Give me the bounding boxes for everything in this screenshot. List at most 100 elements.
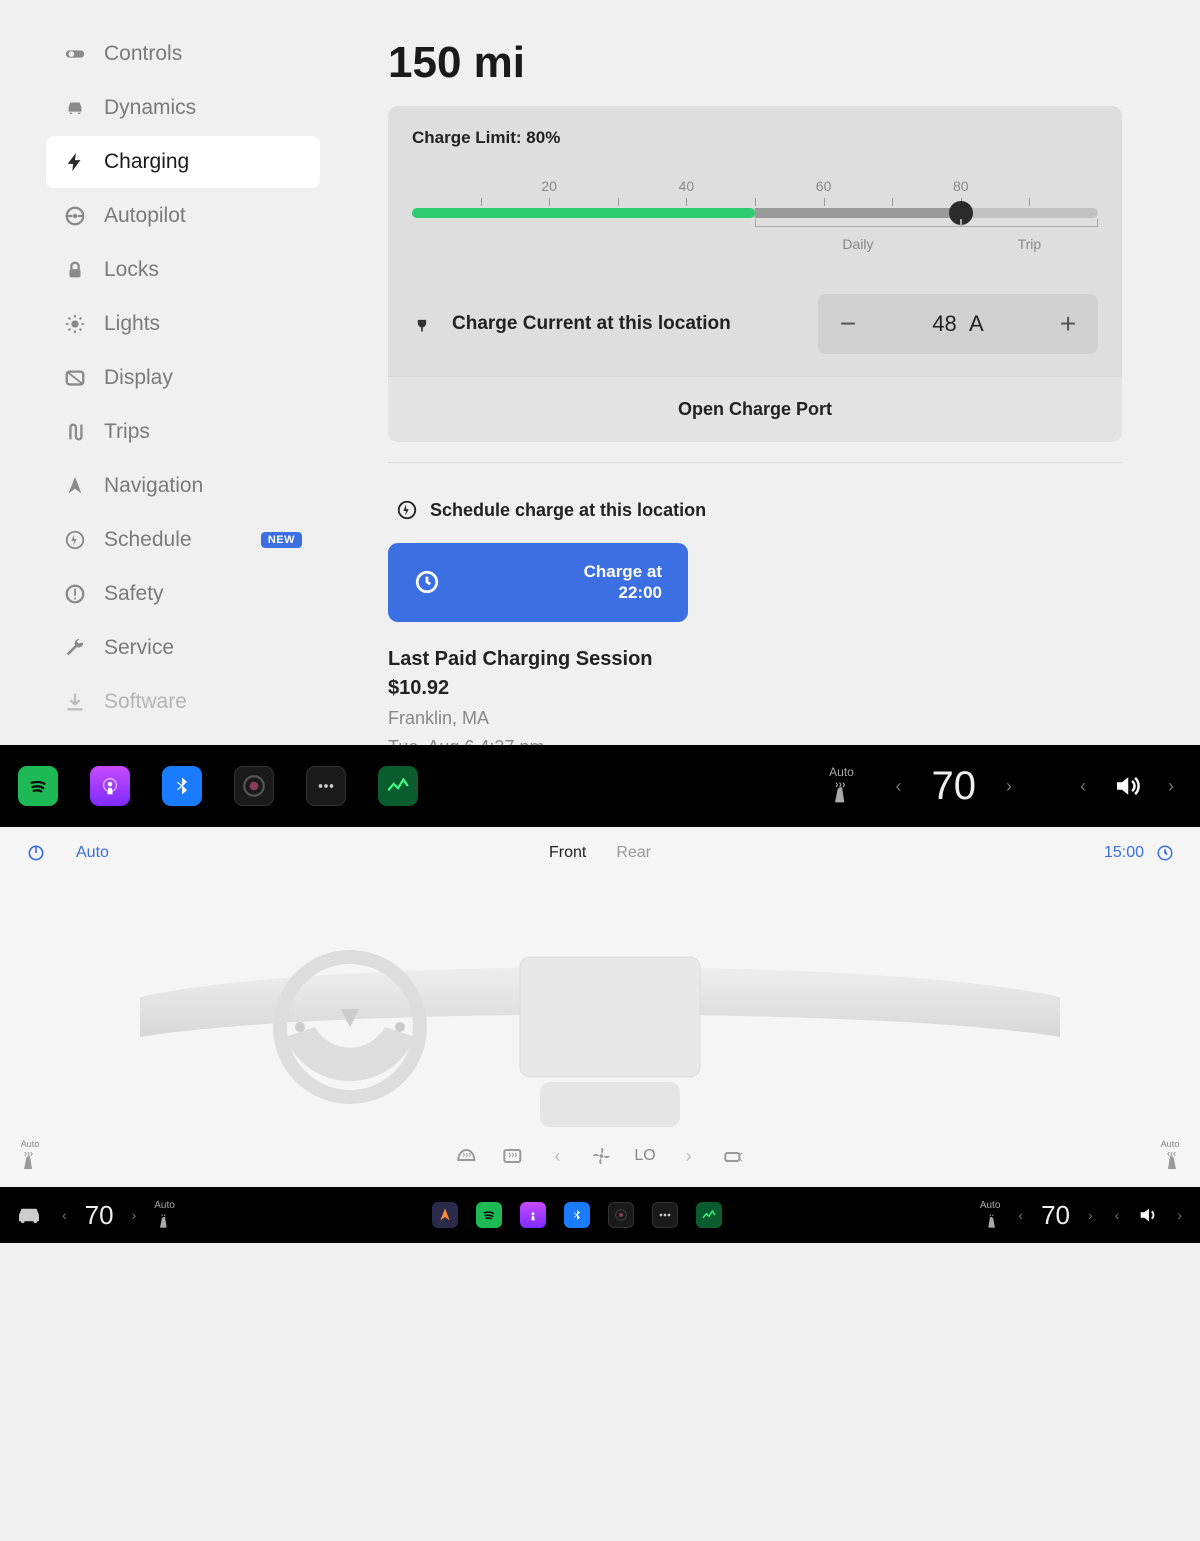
sidebar-item-locks[interactable]: Locks [46, 244, 320, 296]
sidebar-item-schedule[interactable]: Schedule NEW [46, 514, 320, 566]
sidebar-item-safety[interactable]: Safety [46, 568, 320, 620]
fan-icon[interactable] [590, 1145, 612, 1167]
sidebar-item-label: Navigation [104, 474, 302, 498]
bluetooth-app-icon[interactable] [564, 1202, 590, 1228]
bluetooth-app-icon[interactable] [162, 766, 202, 806]
download-icon [64, 691, 86, 713]
steering-icon [64, 205, 86, 227]
car-icon [64, 97, 86, 119]
energy-app-icon[interactable] [696, 1202, 722, 1228]
open-charge-port-button[interactable]: Open Charge Port [388, 376, 1122, 442]
sidebar-item-service[interactable]: Service [46, 622, 320, 674]
podcasts-app-icon[interactable] [90, 766, 130, 806]
settings-panel: Controls Dynamics Charging Autopilot Loc… [0, 0, 1200, 745]
seat-auto-label: Auto [21, 1139, 40, 1149]
decrease-current-button[interactable]: − [818, 294, 878, 354]
current-value: 48 A [878, 311, 1038, 337]
temp-right-down[interactable]: ‹ [1014, 1203, 1027, 1227]
spotify-app-icon[interactable] [476, 1202, 502, 1228]
sidebar-item-autopilot[interactable]: Autopilot [46, 190, 320, 242]
fan-up-button[interactable]: › [678, 1138, 700, 1175]
sidebar-item-navigation[interactable]: Navigation [46, 460, 320, 512]
tick-label: 60 [816, 178, 832, 194]
temp-right[interactable]: 70 [1041, 1200, 1070, 1231]
charge-current-row: Charge Current at this location − 48 A + [412, 294, 1098, 354]
nav-icon [64, 475, 86, 497]
more-apps-icon[interactable] [652, 1202, 678, 1228]
energy-app-icon[interactable] [378, 766, 418, 806]
seat-heater-left-mini[interactable]: Auto [154, 1200, 175, 1231]
wrench-icon [64, 637, 86, 659]
cabin-temp[interactable]: 70 [932, 764, 977, 809]
dashcam-app-icon[interactable] [234, 766, 274, 806]
charge-limit-slider[interactable]: 20 40 60 80 Daily [412, 178, 1098, 256]
display-icon [64, 367, 86, 389]
temp-left-up[interactable]: › [128, 1203, 141, 1227]
sidebar-item-software[interactable]: Software [46, 676, 320, 728]
bolt-icon [64, 151, 86, 173]
defrost-front-icon[interactable] [454, 1144, 478, 1168]
sidebar-item-dynamics[interactable]: Dynamics [46, 82, 320, 134]
seat-heater-left-front[interactable]: Auto [18, 1139, 42, 1173]
seat-heater-right-front[interactable]: Auto [1158, 1139, 1182, 1173]
sidebar-item-display[interactable]: Display [46, 352, 320, 404]
sidebar-item-label: Service [104, 636, 302, 660]
last-session-amount: $10.92 [388, 677, 1122, 700]
volume-up-button[interactable]: › [1160, 768, 1182, 805]
defrost-rear-icon[interactable] [500, 1144, 524, 1168]
spotify-app-icon[interactable] [18, 766, 58, 806]
temp-control: ‹ 70 › [888, 764, 1021, 809]
car-icon[interactable] [14, 1200, 44, 1230]
nav-app-icon[interactable] [432, 1202, 458, 1228]
more-apps-icon[interactable] [306, 766, 346, 806]
temp-left-down[interactable]: ‹ [58, 1203, 71, 1227]
tab-rear[interactable]: Rear [616, 844, 651, 862]
sidebar-item-controls[interactable]: Controls [46, 28, 320, 80]
tab-front[interactable]: Front [549, 844, 586, 862]
fan-mode: LO [634, 1147, 655, 1165]
speaker-icon[interactable] [1112, 771, 1142, 801]
climate-schedule-time[interactable]: 15:00 [1104, 844, 1144, 862]
podcasts-app-icon[interactable] [520, 1202, 546, 1228]
sidebar-item-label: Charging [104, 150, 302, 174]
airflow-icon[interactable] [722, 1144, 746, 1168]
power-icon[interactable] [26, 843, 46, 863]
schedule-charge-row[interactable]: Schedule charge at this location [388, 493, 1122, 527]
tick-label: 20 [541, 178, 557, 194]
temp-right-up[interactable]: › [1084, 1203, 1097, 1227]
lock-icon [64, 259, 86, 281]
settings-sidebar: Controls Dynamics Charging Autopilot Loc… [18, 18, 348, 727]
new-badge: NEW [261, 532, 302, 548]
temp-left[interactable]: 70 [85, 1200, 114, 1231]
climate-auto-button[interactable]: Auto [76, 844, 109, 862]
schedule-bolt-icon [396, 499, 418, 521]
charge-at-button[interactable]: Charge at 22:00 [388, 543, 688, 622]
fan-down-button[interactable]: ‹ [546, 1138, 568, 1175]
seat-heater-left[interactable]: Auto [828, 765, 856, 807]
sidebar-item-label: Trips [104, 420, 302, 444]
seat-heater-right-mini[interactable]: Auto [980, 1200, 1001, 1231]
sidebar-item-charging[interactable]: Charging [46, 136, 320, 188]
increase-current-button[interactable]: + [1038, 294, 1098, 354]
sidebar-item-label: Autopilot [104, 204, 302, 228]
last-session-title: Last Paid Charging Session [388, 648, 1122, 671]
volume-up-button[interactable]: › [1173, 1203, 1186, 1227]
sidebar-item-label: Locks [104, 258, 302, 282]
trip-label: Trip [1018, 236, 1042, 252]
sidebar-item-lights[interactable]: Lights [46, 298, 320, 350]
clock-icon [414, 569, 440, 595]
temp-down-button[interactable]: ‹ [888, 768, 910, 805]
speaker-icon[interactable] [1137, 1204, 1159, 1226]
volume-down-button[interactable]: ‹ [1072, 768, 1094, 805]
climate-bottom-bar: Auto ‹ LO › Auto [0, 1125, 1200, 1187]
soc-fill [412, 208, 755, 218]
volume-down-button[interactable]: ‹ [1111, 1203, 1124, 1227]
clock-icon[interactable] [1156, 844, 1174, 862]
sidebar-item-trips[interactable]: Trips [46, 406, 320, 458]
range-display: 150 mi [388, 38, 1122, 88]
temp-up-button[interactable]: › [998, 768, 1020, 805]
sidebar-item-label: Dynamics [104, 96, 302, 120]
dashcam-app-icon[interactable] [608, 1202, 634, 1228]
sidebar-item-label: Controls [104, 42, 302, 66]
daily-label: Daily [842, 236, 873, 252]
